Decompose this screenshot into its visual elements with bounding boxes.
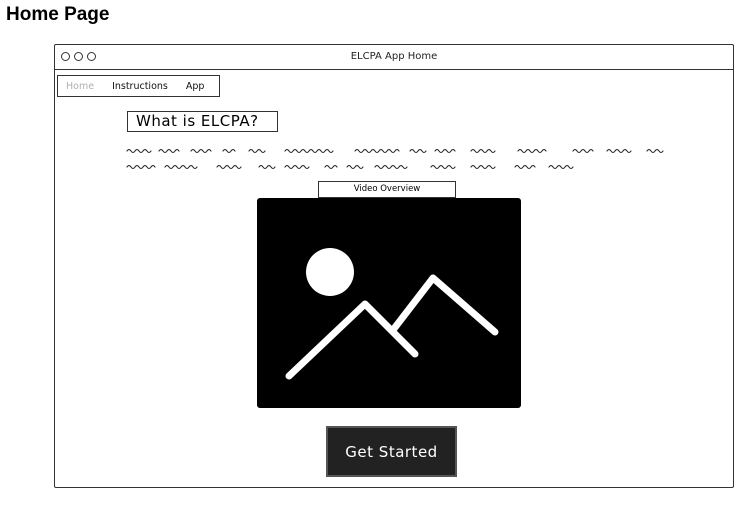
section-title: What is ELCPA? [127, 111, 278, 132]
window-title: ELCPA App Home [350, 51, 438, 62]
nav-bar: Home Instructions App [57, 75, 220, 97]
browser-window: ELCPA App Home Home Instructions App Wha… [54, 44, 734, 488]
image-placeholder-icon [285, 248, 499, 380]
page-heading: Home Page [6, 4, 110, 25]
video-label: Video Overview [318, 181, 456, 198]
video-player[interactable] [257, 198, 521, 408]
nav-item-app[interactable]: App [186, 81, 205, 92]
window-titlebar: ELCPA App Home [55, 45, 733, 70]
placeholder-text-lines [126, 148, 664, 170]
get-started-button[interactable]: Get Started [326, 426, 457, 477]
nav-item-instructions[interactable]: Instructions [112, 81, 168, 92]
nav-item-home[interactable]: Home [66, 81, 94, 92]
